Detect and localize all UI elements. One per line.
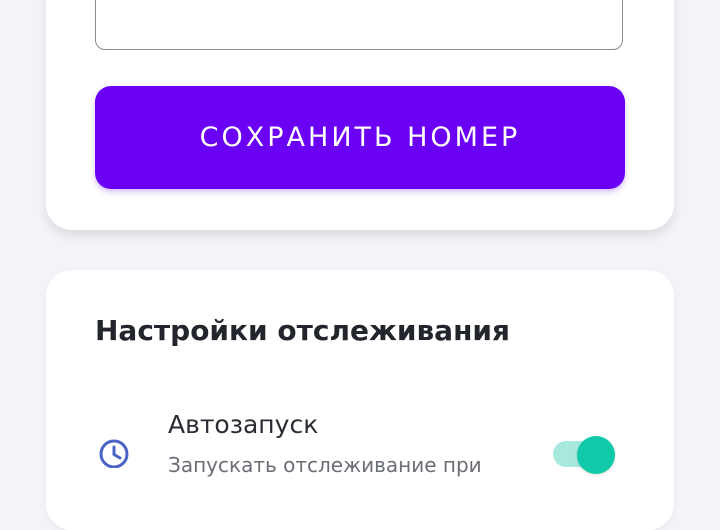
- autostart-description: Запускать отслеживание при: [168, 453, 482, 477]
- autostart-label: Автозапуск: [168, 410, 319, 439]
- save-number-button[interactable]: СОХРАНИТЬ НОМЕР: [95, 86, 625, 189]
- settings-title: Настройки отслеживания: [95, 314, 511, 347]
- phone-input[interactable]: [95, 0, 623, 50]
- clock-icon: [99, 439, 129, 468]
- setting-row-autostart[interactable]: Автозапуск Запускать отслеживание при: [95, 400, 623, 480]
- toggle-thumb: [577, 436, 615, 474]
- autostart-toggle[interactable]: [553, 436, 617, 474]
